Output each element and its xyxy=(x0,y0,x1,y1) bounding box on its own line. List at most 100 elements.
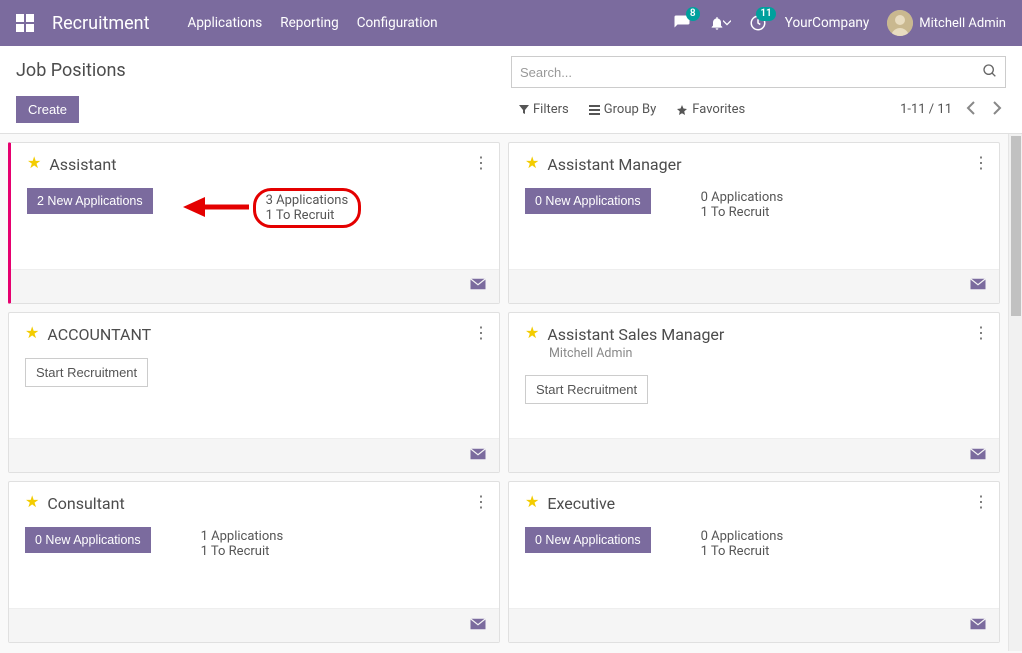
mail-icon[interactable] xyxy=(969,617,987,635)
card-row: 0 New Applications 1 Applications1 To Rec… xyxy=(25,527,483,561)
card-title: Assistant xyxy=(49,155,116,174)
card-row: 0 New Applications 0 Applications1 To Rec… xyxy=(525,527,983,561)
stat-to-recruit: 1 To Recruit xyxy=(201,544,284,559)
card-menu-icon[interactable]: ⋮ xyxy=(473,492,489,511)
nav-left: Recruitment Applications Reporting Confi… xyxy=(16,13,438,34)
applications-stats: 0 Applications1 To Recruit xyxy=(691,527,794,561)
pager-prev[interactable] xyxy=(962,97,979,123)
favorite-star-icon[interactable]: ★ xyxy=(25,325,39,341)
card-menu-icon[interactable]: ⋮ xyxy=(973,323,989,342)
mail-icon[interactable] xyxy=(969,277,987,295)
card-footer xyxy=(509,438,999,472)
favorite-star-icon[interactable]: ★ xyxy=(525,155,539,171)
job-card[interactable]: ⋮★ Executive0 New Applications0 Applicat… xyxy=(508,481,1000,643)
card-row: Start Recruitment xyxy=(525,375,983,404)
stat-applications: 0 Applications xyxy=(701,529,784,544)
groupby-button[interactable]: Group By xyxy=(581,98,665,121)
favorites-label: Favorites xyxy=(692,102,745,117)
job-card[interactable]: ⋮★ Consultant 0 New Applications 1 Applica… xyxy=(8,481,500,643)
stat-applications: 1 Applications xyxy=(201,529,284,544)
search-wrap xyxy=(511,56,1006,88)
scrollbar[interactable] xyxy=(1008,134,1022,651)
card-body: ★ Assistant 2 New Applications 3 Applicati… xyxy=(11,143,499,269)
page-title: Job Positions xyxy=(16,56,511,88)
card-body: ★ Assistant Sales ManagerMitchell AdminS… xyxy=(509,313,999,439)
groupby-label: Group By xyxy=(604,102,657,117)
card-footer xyxy=(9,608,499,642)
card-title: Assistant Sales Manager xyxy=(547,325,724,344)
card-row: 0 New Applications0 Applications1 To Rec… xyxy=(525,188,983,222)
card-row: 2 New Applications 3 Applications1 To Rec… xyxy=(27,188,483,228)
card-footer xyxy=(509,608,999,642)
new-applications-button[interactable]: 0 New Applications xyxy=(25,527,151,553)
activities-badge: 11 xyxy=(756,7,775,21)
scrollbar-thumb[interactable] xyxy=(1011,136,1021,316)
new-applications-button[interactable]: 0 New Applications xyxy=(525,527,651,553)
nav-menu-configuration[interactable]: Configuration xyxy=(357,15,438,31)
mail-icon[interactable] xyxy=(469,277,487,295)
nav-menu-reporting[interactable]: Reporting xyxy=(280,15,338,31)
user-name: Mitchell Admin xyxy=(919,16,1006,31)
favorite-star-icon[interactable]: ★ xyxy=(27,155,41,171)
card-title: Assistant Manager xyxy=(547,155,681,174)
company-switcher[interactable]: YourCompany xyxy=(785,15,870,31)
user-menu[interactable]: Mitchell Admin xyxy=(887,10,1006,36)
start-recruitment-button[interactable]: Start Recruitment xyxy=(525,375,648,404)
job-card[interactable]: ⋮★ ACCOUNTANTStart Recruitment xyxy=(8,312,500,474)
card-title: ACCOUNTANT xyxy=(47,325,151,344)
card-menu-icon[interactable]: ⋮ xyxy=(973,492,989,511)
filters-button[interactable]: Filters xyxy=(511,98,577,121)
favorite-star-icon[interactable]: ★ xyxy=(525,325,539,341)
activities-icon[interactable]: 11 xyxy=(749,14,767,32)
nav-right: 8 11 YourCompany Mitchell Admin xyxy=(673,10,1006,36)
app-brand[interactable]: Recruitment xyxy=(52,13,150,34)
card-head: ★ Executive xyxy=(525,494,983,513)
stat-to-recruit: 1 To Recruit xyxy=(701,205,784,220)
job-card[interactable]: ⋮ ★ Assistant Manager 0 New Applications0 … xyxy=(508,142,1000,304)
search-icon[interactable] xyxy=(982,63,998,83)
card-body: ★ Executive 0 New Applications 0 Applicati… xyxy=(509,482,999,608)
new-applications-button[interactable]: 2 New Applications xyxy=(27,188,153,214)
create-button[interactable]: Create xyxy=(16,96,79,123)
favorites-button[interactable]: Favorites xyxy=(668,98,753,121)
chat-icon[interactable]: 8 xyxy=(673,14,691,32)
search-input[interactable] xyxy=(511,56,1006,88)
card-body: ★ Consultant 0 New Applications 1 Applicat… xyxy=(9,482,499,608)
filter-icon xyxy=(519,105,529,115)
card-row: Start Recruitment xyxy=(25,358,483,387)
pager-next[interactable] xyxy=(989,97,1006,123)
kanban-wrap: ⋮ ★ Assistant 2 New Applications 3 Applicat… xyxy=(0,134,1022,651)
apps-icon[interactable] xyxy=(16,14,34,32)
card-head: ★ Consultant xyxy=(25,494,483,513)
card-head: ★ Assistant Sales Manager xyxy=(525,325,983,344)
applications-stats: 1 Applications1 To Recruit xyxy=(191,527,294,561)
new-applications-button[interactable]: 0 New Applications xyxy=(525,188,651,214)
card-head: ★ ACCOUNTANT xyxy=(25,325,483,344)
stat-to-recruit: 1 To Recruit xyxy=(266,208,349,223)
pager: 1-11 / 11 xyxy=(900,97,1006,123)
nav-menu-applications[interactable]: Applications xyxy=(188,15,263,31)
stat-applications: 3 Applications xyxy=(266,193,349,208)
mail-icon[interactable] xyxy=(969,447,987,465)
card-menu-icon[interactable]: ⋮ xyxy=(973,153,989,172)
card-title: Executive xyxy=(547,494,615,513)
card-menu-icon[interactable]: ⋮ xyxy=(473,323,489,342)
bell-icon[interactable] xyxy=(709,15,731,31)
card-body: ★ ACCOUNTANT Start Recruitment xyxy=(9,313,499,439)
star-icon xyxy=(676,104,688,116)
mail-icon[interactable] xyxy=(469,617,487,635)
avatar xyxy=(887,10,913,36)
favorite-star-icon[interactable]: ★ xyxy=(25,494,39,510)
card-head: ★ Assistant xyxy=(27,155,483,174)
list-icon xyxy=(589,105,600,115)
control-panel: Job Positions Create Filters Group By Fa… xyxy=(0,46,1022,134)
applications-stats: 3 Applications1 To Recruit xyxy=(253,188,362,228)
job-card[interactable]: ⋮★ Assistant Sales ManagerMitchell Admin… xyxy=(508,312,1000,474)
start-recruitment-button[interactable]: Start Recruitment xyxy=(25,358,148,387)
pager-text: 1-11 / 11 xyxy=(900,102,952,117)
mail-icon[interactable] xyxy=(469,447,487,465)
filters-label: Filters xyxy=(533,102,569,117)
favorite-star-icon[interactable]: ★ xyxy=(525,494,539,510)
card-footer xyxy=(9,438,499,472)
job-card[interactable]: ⋮★ Assistant2 New Applications3 Applicat… xyxy=(8,142,500,304)
